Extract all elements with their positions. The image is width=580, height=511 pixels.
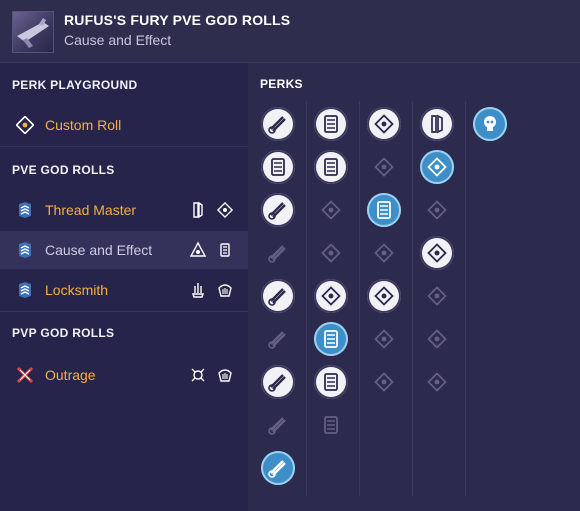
magazine-icon[interactable] xyxy=(314,150,348,184)
skull-icon[interactable] xyxy=(473,107,507,141)
barrel-icon[interactable] xyxy=(261,408,295,442)
sidebar-item-label: Outrage xyxy=(45,367,96,383)
sidebar: PERK PLAYGROUND Custom Roll PVE GOD ROLL… xyxy=(0,63,248,511)
barrel-icon[interactable] xyxy=(261,322,295,356)
pve-rank-icon xyxy=(16,201,34,219)
sidebar-item-locksmith[interactable]: Locksmith xyxy=(0,271,248,309)
barrel-icon[interactable] xyxy=(261,365,295,399)
page-title: RUFUS'S FURY PVE GOD ROLLS xyxy=(64,12,291,28)
perk-icon[interactable] xyxy=(367,236,401,270)
custom-roll-icon xyxy=(15,115,35,135)
perk-icon xyxy=(216,201,234,219)
perk-icon[interactable] xyxy=(420,322,454,356)
perk-icon[interactable] xyxy=(420,279,454,313)
magazine-icon[interactable] xyxy=(314,107,348,141)
pvp-rank-icon xyxy=(16,366,34,384)
perk-icon[interactable] xyxy=(367,107,401,141)
barrel-icon[interactable] xyxy=(261,193,295,227)
perk-icon xyxy=(189,366,207,384)
magazine-icon[interactable] xyxy=(314,408,348,442)
perk-icon[interactable] xyxy=(367,150,401,184)
sidebar-item-label: Thread Master xyxy=(45,202,137,218)
sidebar-item-cause-and-effect[interactable]: Cause and Effect xyxy=(0,231,248,269)
magazine-icon xyxy=(216,241,234,259)
perk-icon[interactable] xyxy=(314,236,348,270)
barrel-icon[interactable] xyxy=(261,107,295,141)
perk-icon[interactable] xyxy=(367,279,401,313)
perk-icon xyxy=(216,281,234,299)
barrel-icon[interactable] xyxy=(261,236,295,270)
perk-playground-heading: PERK PLAYGROUND xyxy=(12,78,138,92)
pve-rank-icon xyxy=(16,241,34,259)
perk-icon xyxy=(216,366,234,384)
sidebar-item-thread-master[interactable]: Thread Master xyxy=(0,191,248,229)
pve-rank-icon xyxy=(16,281,34,299)
page-subtitle: Cause and Effect xyxy=(64,32,172,48)
magazine-icon[interactable] xyxy=(314,322,348,356)
magazine-icon[interactable] xyxy=(261,150,295,184)
magazine-icon[interactable] xyxy=(367,193,401,227)
sidebar-item-outrage[interactable]: Outrage xyxy=(0,356,248,394)
sidebar-item-custom-roll[interactable]: Custom Roll xyxy=(0,106,248,144)
sidebar-item-label: Locksmith xyxy=(45,282,109,298)
perk-icon[interactable] xyxy=(367,365,401,399)
perk-icon[interactable] xyxy=(420,365,454,399)
rifled-barrel-icon xyxy=(189,201,207,219)
barrel-icon[interactable] xyxy=(261,451,295,485)
perk-icon[interactable] xyxy=(314,279,348,313)
rifled-barrel-icon[interactable] xyxy=(420,107,454,141)
perk-icon[interactable] xyxy=(420,150,454,184)
pve-god-rolls-heading: PVE GOD ROLLS xyxy=(12,163,115,177)
perk-icon xyxy=(189,241,207,259)
perk-icon[interactable] xyxy=(420,236,454,270)
magazine-icon[interactable] xyxy=(314,365,348,399)
perk-icon xyxy=(189,281,207,299)
sidebar-item-label: Cause and Effect xyxy=(45,242,153,258)
perks-heading: PERKS xyxy=(260,77,303,91)
pvp-god-rolls-heading: PVP GOD ROLLS xyxy=(12,326,115,340)
weapon-thumbnail xyxy=(12,11,54,53)
perk-icon[interactable] xyxy=(314,193,348,227)
perk-icon[interactable] xyxy=(367,322,401,356)
barrel-icon[interactable] xyxy=(261,279,295,313)
perk-icon[interactable] xyxy=(420,193,454,227)
perks-panel: PERKS xyxy=(248,63,580,511)
header: RUFUS'S FURY PVE GOD ROLLS Cause and Eff… xyxy=(0,0,580,63)
sidebar-item-label: Custom Roll xyxy=(45,117,122,133)
